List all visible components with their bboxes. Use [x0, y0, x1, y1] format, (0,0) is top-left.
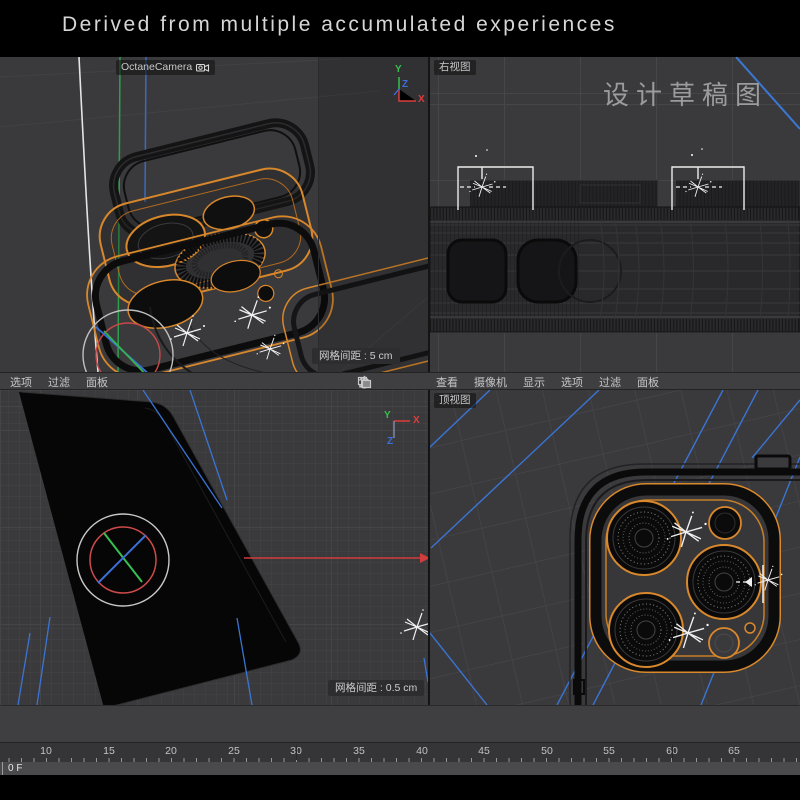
- viewport-divider[interactable]: [428, 390, 430, 705]
- animation-toolbar: Design Draft |◀ ◀ ◀| ▶ |▶ ▶◇ ▶| A: [0, 705, 800, 742]
- grid-spacing-label: 网格间距 : 0.5 cm: [328, 680, 424, 696]
- axis-gizmo: Y Z X: [383, 65, 427, 109]
- menu-panel-right[interactable]: 面板: [637, 374, 659, 390]
- header-bar: Derived from multiple accumulated experi…: [0, 0, 800, 57]
- footer-black-bar: [0, 775, 800, 800]
- header-title: Derived from multiple accumulated experi…: [62, 13, 617, 37]
- camera-icon: [196, 62, 210, 73]
- viewport-divider[interactable]: [428, 57, 430, 372]
- timeline-ruler[interactable]: 10 15 20 25 30 35 40 45 50 55 60 65: [0, 742, 800, 762]
- design-draft-watermark-cn: 设计草稿图: [603, 75, 768, 112]
- menu-filter-left[interactable]: 过滤: [48, 374, 70, 390]
- menu-panel-left[interactable]: 面板: [86, 374, 108, 390]
- menu-filter-right[interactable]: 过滤: [599, 374, 621, 390]
- c4d-window: Derived from multiple accumulated experi…: [0, 0, 800, 800]
- ruler-major-tick: [296, 745, 297, 760]
- ruler-major-tick: [672, 745, 673, 760]
- menu-options-right[interactable]: 选项: [561, 374, 583, 390]
- menu-view[interactable]: 查看: [436, 374, 458, 390]
- menu-camera[interactable]: 摄像机: [474, 374, 507, 390]
- axis-gizmo: Y X Z: [380, 408, 428, 450]
- viewport-menubar: 选项 过滤 面板 查看 摄像机: [0, 372, 800, 390]
- menu-display[interactable]: 显示: [523, 374, 545, 390]
- viewport-right-view[interactable]: 右视图 设计草稿图: [430, 57, 800, 372]
- grid-spacing-label: 网格间距 : 5 cm: [312, 348, 400, 364]
- viewport-camera-view[interactable]: Y X Z 网格间距 : 0.5 cm: [0, 390, 428, 705]
- camera-label[interactable]: OctaneCamera: [116, 60, 215, 75]
- playhead-marker[interactable]: [2, 762, 3, 775]
- phone-silhouette-scene: [0, 390, 428, 705]
- current-frame-label: 0 F: [8, 762, 22, 775]
- viewport-top-view[interactable]: 顶视图: [430, 390, 800, 705]
- maximize-viewport-icon[interactable]: [356, 374, 373, 390]
- menu-options-left[interactable]: 选项: [10, 374, 32, 390]
- viewport-perspective[interactable]: OctaneCamera Y Z X 网格间距 : 5 cm: [0, 57, 428, 372]
- camera-module-top-view: [430, 390, 800, 705]
- playhead-row[interactable]: 0 F: [0, 762, 800, 775]
- viewport-name-label[interactable]: 右视图: [434, 60, 476, 75]
- viewport-name-label[interactable]: 顶视图: [434, 393, 476, 408]
